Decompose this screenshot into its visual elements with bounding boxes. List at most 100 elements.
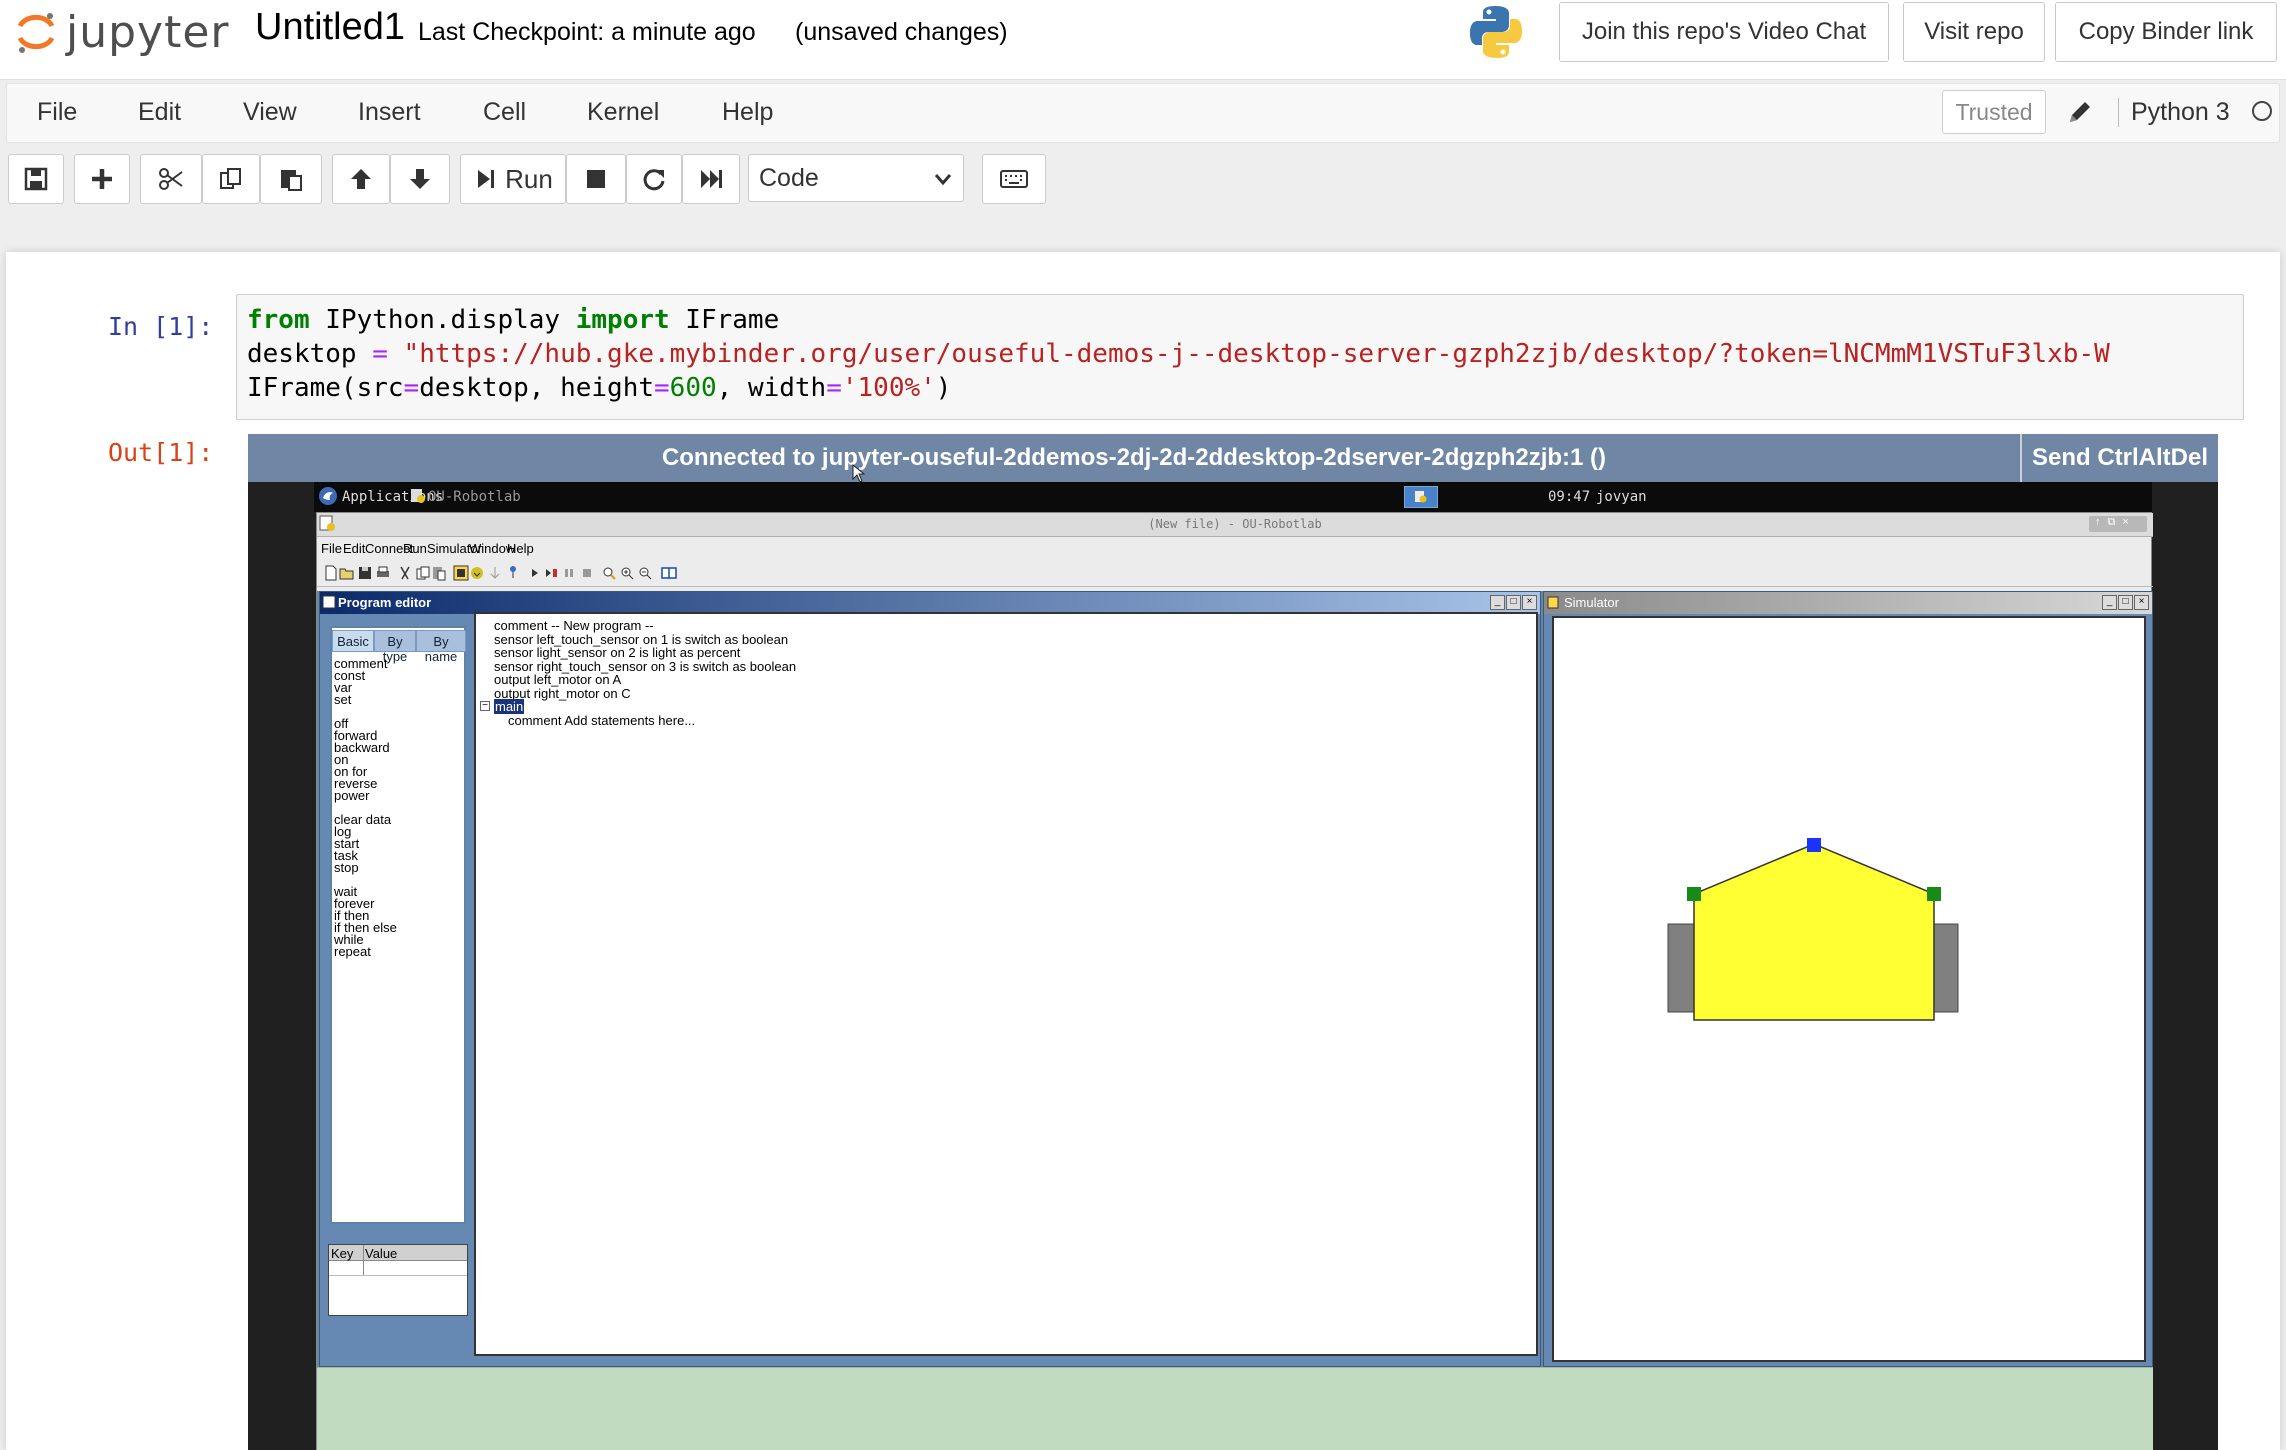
program-tree[interactable]: comment -- New program -- sensor left_tou… (474, 612, 1538, 1356)
tab-by-name[interactable]: By name (416, 630, 466, 664)
interrupt-button[interactable] (566, 154, 626, 204)
menu-edit[interactable]: Edit (138, 98, 181, 127)
code-cell-editor[interactable]: from IPython.display import IFrame deskt… (236, 294, 2244, 420)
probe-icon[interactable] (505, 565, 521, 581)
new-file-icon[interactable] (323, 565, 339, 581)
zoom-icon[interactable] (601, 565, 617, 581)
menu-insert[interactable]: Insert (358, 98, 421, 127)
chevron-down-icon (934, 174, 952, 186)
code-token: '100%' (841, 373, 936, 403)
stop-icon[interactable] (579, 565, 595, 581)
close-button[interactable]: × (1522, 595, 1537, 610)
code-line-2: desktop = "https://hub.gke.mybinder.org/… (247, 339, 2110, 369)
collapse-toggle-icon[interactable]: − (480, 701, 490, 711)
menu-kernel[interactable]: Kernel (587, 98, 659, 127)
pause-icon[interactable] (561, 565, 577, 581)
taskbar-robotlab[interactable]: OU-Robotlab (410, 485, 560, 507)
cut-button[interactable] (140, 154, 202, 204)
step-icon[interactable] (543, 565, 559, 581)
simulator-canvas[interactable] (1552, 616, 2146, 1362)
move-down-button[interactable] (390, 154, 450, 204)
paste-button[interactable] (260, 154, 322, 204)
cut-icon[interactable] (397, 565, 413, 581)
menu-file[interactable]: File (37, 98, 77, 127)
save-button[interactable] (8, 154, 64, 204)
video-chat-button[interactable]: Join this repo's Video Chat (1559, 2, 1889, 62)
arrow-down-icon[interactable] (487, 565, 503, 581)
menu-cell[interactable]: Cell (483, 98, 526, 127)
key-value-table: Key Value (328, 1244, 468, 1316)
code-line-1: from IPython.display import IFrame (247, 305, 779, 335)
palette-item[interactable]: stop (334, 860, 359, 875)
robotlab-titlebar: (New file) - OU-Robotlab ↑⧉× (317, 513, 2153, 537)
robotlab-window-title: (New file) - OU-Robotlab (1148, 517, 1322, 531)
paste-icon[interactable] (431, 565, 447, 581)
applications-menu-icon[interactable] (318, 486, 338, 506)
rl-menu-run[interactable]: Run (403, 541, 427, 556)
restart-run-all-button[interactable] (682, 154, 740, 204)
copy-button[interactable] (202, 154, 260, 204)
palette-item[interactable]: power (334, 788, 369, 803)
split-view-icon[interactable] (661, 565, 677, 581)
open-folder-icon[interactable] (339, 565, 355, 581)
run-button[interactable]: Run (460, 154, 566, 204)
insert-cell-button[interactable] (74, 154, 130, 204)
code-token: 600 (669, 373, 717, 403)
maximize-button[interactable]: □ (1506, 595, 1521, 610)
save-file-icon[interactable] (357, 565, 373, 581)
close-button[interactable]: × (2134, 595, 2149, 610)
visit-repo-button[interactable]: Visit repo (1903, 2, 2045, 62)
notebook-title[interactable]: Untitled1 (255, 6, 405, 49)
desktop-panel: Applications OU-Robotlab 09:47 jovyan (314, 482, 2152, 512)
arrow-down-icon (410, 169, 430, 189)
code-line-3: IFrame(src=desktop, height=600, width='1… (247, 373, 951, 403)
window-controls[interactable]: ↑⧉× (2089, 516, 2147, 532)
rl-menu-help[interactable]: Help (507, 541, 534, 556)
simulator-window: Simulator _ □ × (1543, 591, 2153, 1367)
rl-menu-file[interactable]: File (321, 541, 342, 556)
tab-by-type[interactable]: By type (374, 630, 416, 664)
robotlab-bottom-panel (317, 1367, 2153, 1450)
robot[interactable] (1554, 618, 2144, 1360)
tab-basic[interactable]: Basic (332, 630, 374, 652)
robot-connect-icon[interactable] (453, 565, 469, 581)
palette-item[interactable]: repeat (334, 944, 371, 959)
copy-binder-link-button[interactable]: Copy Binder link (2055, 2, 2277, 62)
workspace-indicator[interactable] (1404, 486, 1438, 508)
front-light-sensor (1807, 838, 1821, 852)
code-token: = (654, 373, 670, 403)
download-icon[interactable] (469, 565, 485, 581)
minimize-button[interactable]: _ (2102, 595, 2117, 610)
copy-icon[interactable] (415, 565, 431, 581)
move-up-button[interactable] (332, 154, 390, 204)
menu-view[interactable]: View (243, 98, 297, 127)
send-ctrlaltdel-button[interactable]: Send CtrlAltDel (2020, 434, 2218, 482)
robotlab-workspace-icon (1415, 491, 1427, 503)
palette-item[interactable]: set (334, 692, 351, 707)
left-wheel (1667, 923, 1695, 1013)
simulator-title: Simulator (1564, 595, 1619, 610)
command-palette-button[interactable] (982, 154, 1046, 204)
print-icon[interactable] (375, 565, 391, 581)
menu-help[interactable]: Help (722, 98, 773, 127)
robotlab-toolbar (317, 559, 2153, 587)
restart-button[interactable] (626, 154, 682, 204)
kernel-name[interactable]: Python 3 (2118, 98, 2230, 127)
play-icon[interactable] (527, 565, 543, 581)
jupyter-logo-icon (14, 10, 58, 54)
output-prompt: Out[1]: (108, 438, 214, 467)
pencil-icon[interactable] (2066, 98, 2094, 126)
minimize-button[interactable]: _ (1490, 595, 1505, 610)
kernel-idle-indicator (2252, 101, 2272, 121)
rl-menu-edit[interactable]: Edit (343, 541, 365, 556)
maximize-button[interactable]: □ (2118, 595, 2133, 610)
trusted-indicator[interactable]: Trusted (1942, 90, 2046, 134)
statement-palette: Basic By type By name comment const var set… (330, 626, 466, 1224)
cell-type-select[interactable]: Code (748, 154, 964, 202)
zoom-out-icon[interactable] (637, 565, 653, 581)
logo-text: jupyter (66, 6, 230, 58)
zoom-in-icon[interactable] (619, 565, 635, 581)
output-iframe[interactable]: Connected to jupyter-ouseful-2ddemos-2dj… (248, 434, 2218, 1450)
program-line[interactable]: comment Add statements here... (508, 713, 695, 728)
jupyter-logo[interactable]: jupyter (14, 4, 230, 60)
